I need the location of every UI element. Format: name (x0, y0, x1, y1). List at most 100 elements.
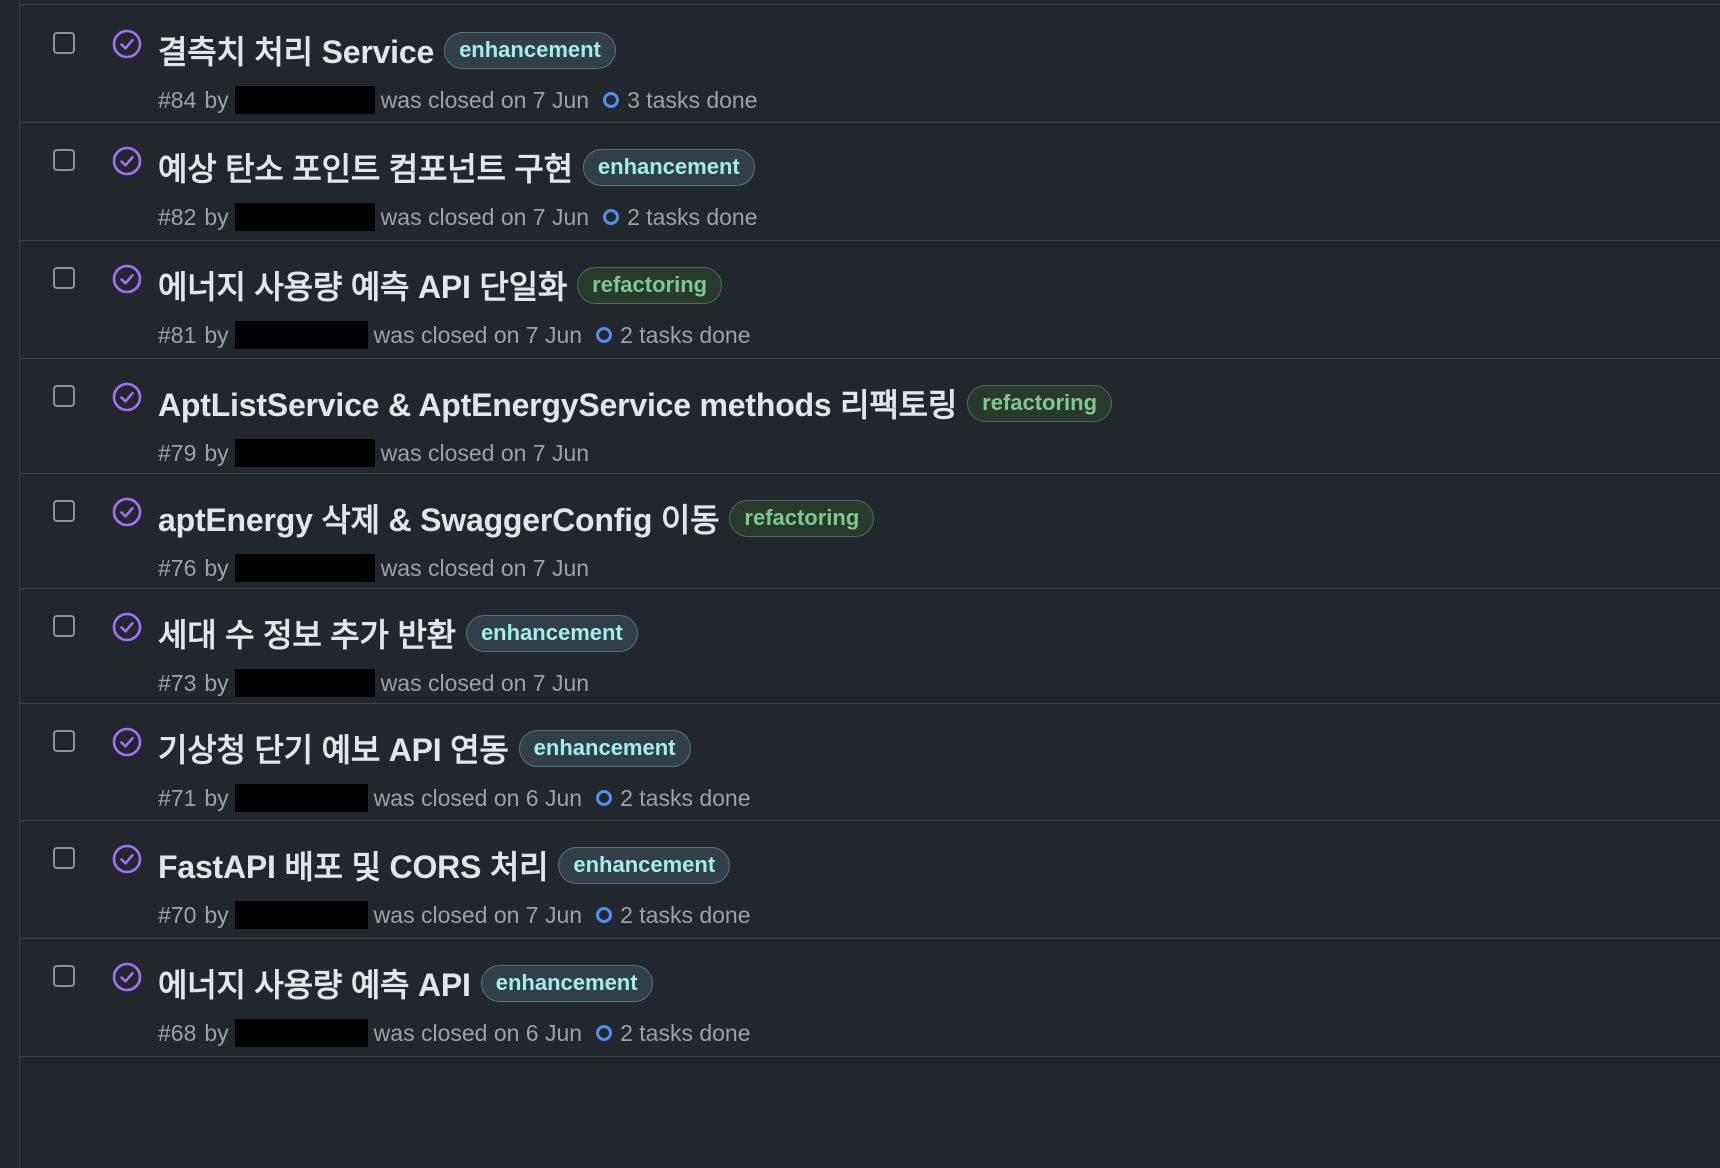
title-line: 에너지 사용량 예측 API 단일화 refactoring (158, 262, 723, 308)
issue-number: #84 (158, 86, 197, 113)
label-refactoring[interactable]: refactoring (729, 499, 875, 537)
label-refactoring[interactable]: refactoring (577, 266, 723, 304)
title-line: 예상 탄소 포인트 컴포넌트 구현 enhancement (158, 144, 755, 190)
issue-title-link[interactable]: AptListService & AptEnergyService method… (158, 380, 957, 426)
select-checkbox[interactable] (53, 149, 75, 171)
issue-number: #70 (158, 901, 197, 928)
issue-number: #76 (158, 554, 197, 581)
issue-row[interactable]: 에너지 사용량 예측 API enhancement #68 by was closed… (20, 938, 1720, 1057)
issue-title-link[interactable]: 결측치 처리 Service (158, 27, 434, 73)
tasks-progress[interactable]: 2 tasks done (596, 784, 751, 812)
by-text: by (204, 321, 229, 348)
closed-issue-icon (111, 263, 143, 295)
select-checkbox[interactable] (53, 847, 75, 869)
tasks-progress[interactable]: 3 tasks done (603, 86, 758, 114)
issue-number: #81 (158, 321, 197, 348)
issue-number: #71 (158, 784, 197, 811)
select-checkbox[interactable] (53, 267, 75, 289)
author-redacted[interactable] (234, 203, 375, 231)
tasks-progress[interactable]: 2 tasks done (596, 1020, 751, 1047)
task-progress-icon (596, 327, 613, 343)
issue-row[interactable]: 에너지 사용량 예측 API 단일화 refactoring #81 by was cl… (20, 240, 1720, 359)
closed-date-text: was closed on 7 Jun (373, 901, 583, 928)
label-enhancement[interactable]: enhancement (518, 729, 691, 767)
select-checkbox[interactable] (53, 500, 75, 522)
closed-date-text: was closed on 7 Jun (380, 669, 590, 696)
issue-meta: #82 by was closed on 7 Jun 2 tasks done (158, 203, 758, 231)
select-checkbox[interactable] (53, 615, 75, 637)
by-text: by (204, 203, 229, 230)
title-line: 세대 수 정보 추가 반환 enhancement (158, 610, 638, 656)
title-line: 에너지 사용량 예측 API enhancement (158, 960, 653, 1006)
author-redacted[interactable] (234, 901, 368, 929)
select-checkbox[interactable] (53, 730, 75, 752)
label-enhancement[interactable]: enhancement (558, 846, 731, 884)
label-enhancement[interactable]: enhancement (582, 148, 755, 186)
issue-title-link[interactable]: 예상 탄소 포인트 컴포넌트 구현 (158, 144, 573, 190)
author-redacted[interactable] (234, 669, 375, 697)
closed-issue-icon (111, 496, 143, 528)
closed-issue-icon (111, 726, 143, 758)
issue-title-link[interactable]: 기상청 단기 예보 API 연동 (158, 725, 509, 771)
tasks-progress[interactable]: 2 tasks done (603, 204, 758, 231)
tasks-done-text: 2 tasks done (620, 784, 751, 811)
author-redacted[interactable] (234, 86, 375, 114)
title-line: AptListService & AptEnergyService method… (158, 380, 1113, 426)
by-text: by (204, 1019, 229, 1046)
issue-row[interactable]: 기상청 단기 예보 API 연동 enhancement #71 by was clos… (20, 703, 1720, 821)
issue-list: 결측치 처리 Service enhancement #84 by was closed… (19, 0, 1720, 1168)
by-text: by (204, 86, 229, 113)
task-progress-icon (603, 209, 620, 225)
issue-row[interactable]: 예상 탄소 포인트 컴포넌트 구현 enhancement #82 by was clo… (20, 122, 1720, 241)
task-progress-icon (603, 92, 620, 108)
closed-issue-icon (111, 145, 143, 177)
closed-date-text: was closed on 7 Jun (380, 203, 590, 230)
issue-meta: #71 by was closed on 6 Jun 2 tasks done (158, 784, 751, 812)
issue-number: #79 (158, 439, 197, 466)
issue-meta: #68 by was closed on 6 Jun 2 tasks done (158, 1019, 751, 1047)
tasks-done-text: 2 tasks done (620, 901, 751, 928)
issue-row[interactable]: FastAPI 배포 및 CORS 처리 enhancement #70 by was … (20, 820, 1720, 939)
label-enhancement[interactable]: enhancement (465, 614, 638, 652)
issue-title-link[interactable]: 세대 수 정보 추가 반환 (158, 610, 456, 656)
select-checkbox[interactable] (53, 965, 75, 987)
tasks-done-text: 3 tasks done (627, 86, 758, 113)
tasks-progress[interactable]: 2 tasks done (596, 321, 751, 349)
title-line: 기상청 단기 예보 API 연동 enhancement (158, 725, 691, 771)
label-refactoring[interactable]: refactoring (967, 384, 1113, 422)
issue-meta: #84 by was closed on 7 Jun 3 tasks done (158, 86, 758, 114)
author-redacted[interactable] (234, 554, 375, 582)
issue-row[interactable]: aptEnergy 삭제 & SwaggerConfig 이동 refactori… (20, 473, 1720, 589)
select-checkbox[interactable] (53, 385, 75, 407)
author-redacted[interactable] (234, 784, 368, 812)
select-checkbox[interactable] (53, 32, 75, 54)
closed-date-text: was closed on 7 Jun (373, 321, 583, 348)
issue-row[interactable]: AptListService & AptEnergyService method… (20, 358, 1720, 474)
task-progress-icon (596, 790, 613, 806)
author-redacted[interactable] (234, 321, 368, 349)
issue-title-link[interactable]: 에너지 사용량 예측 API 단일화 (158, 262, 567, 308)
label-enhancement[interactable]: enhancement (480, 964, 653, 1002)
issue-meta: #76 by was closed on 7 Jun (158, 554, 589, 582)
issue-title-link[interactable]: aptEnergy 삭제 & SwaggerConfig 이동 (158, 495, 720, 541)
closed-date-text: was closed on 7 Jun (380, 439, 590, 466)
issue-title-link[interactable]: 에너지 사용량 예측 API (158, 960, 471, 1006)
title-line: FastAPI 배포 및 CORS 처리 enhancement (158, 842, 731, 888)
label-enhancement[interactable]: enhancement (444, 31, 616, 69)
task-progress-icon (596, 1025, 613, 1041)
tasks-done-text: 2 tasks done (620, 321, 751, 348)
title-line: 결측치 처리 Service enhancement (158, 27, 616, 73)
closed-issue-icon (111, 843, 143, 875)
closed-date-text: was closed on 6 Jun (373, 784, 583, 811)
issue-meta: #79 by was closed on 7 Jun (158, 439, 589, 467)
tasks-progress[interactable]: 2 tasks done (596, 901, 751, 929)
issue-row[interactable]: 결측치 처리 Service enhancement #84 by was closed… (20, 5, 1720, 123)
issue-row[interactable]: 세대 수 정보 추가 반환 enhancement #73 by was closed … (20, 588, 1720, 704)
by-text: by (204, 669, 229, 696)
issue-number: #82 (158, 203, 197, 230)
closed-issue-icon (111, 961, 143, 993)
author-redacted[interactable] (234, 1019, 368, 1047)
author-redacted[interactable] (234, 439, 375, 467)
issue-title-link[interactable]: FastAPI 배포 및 CORS 처리 (158, 842, 549, 888)
by-text: by (204, 554, 229, 581)
